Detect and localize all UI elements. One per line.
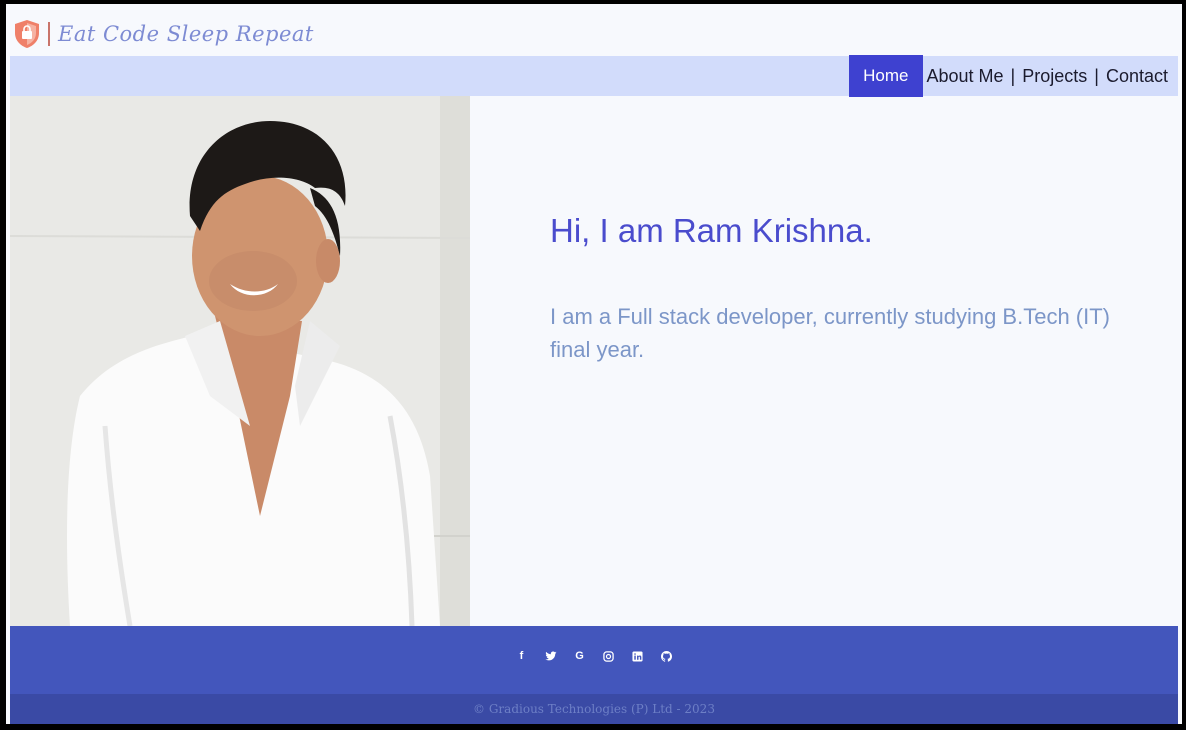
nav-separator: | [1010,65,1016,86]
facebook-icon[interactable]: f [515,646,528,666]
footer: f G [10,626,1178,694]
hero-description: I am a Full stack developer, currently s… [550,304,1111,362]
brand[interactable]: Eat Code Sleep Repeat [10,14,314,54]
navbar: Home About Me | Projects | Contact [10,54,1178,97]
copyright: © Gradious Technologies (P) Ltd - 2023 [10,694,1178,724]
nav-menu: Home About Me | Projects | Contact [849,54,1178,97]
twitter-icon[interactable] [544,646,557,666]
hero-heading: Hi, I am Ram Krishna. [550,212,873,249]
instagram-icon[interactable] [602,646,615,666]
shield-icon [10,17,44,51]
nav-contact[interactable]: Contact [1102,56,1178,96]
linkedin-icon[interactable] [631,646,644,666]
brand-divider [48,22,50,46]
github-icon[interactable] [660,646,673,666]
nav-home[interactable]: Home [849,54,923,97]
social-links: f G [10,646,1178,666]
nav-about[interactable]: About Me [923,56,1008,96]
brand-name: Eat Code Sleep Repeat [58,22,314,46]
google-icon[interactable]: G [573,646,586,666]
profile-photo [10,96,470,626]
nav-projects[interactable]: Projects [1018,56,1091,96]
nav-separator: | [1094,65,1099,86]
page-frame: Eat Code Sleep Repeat Home About Me | Pr… [6,4,1182,724]
hero-section: Hi, I am Ram Krishna. I am a Full stack … [550,212,1110,366]
